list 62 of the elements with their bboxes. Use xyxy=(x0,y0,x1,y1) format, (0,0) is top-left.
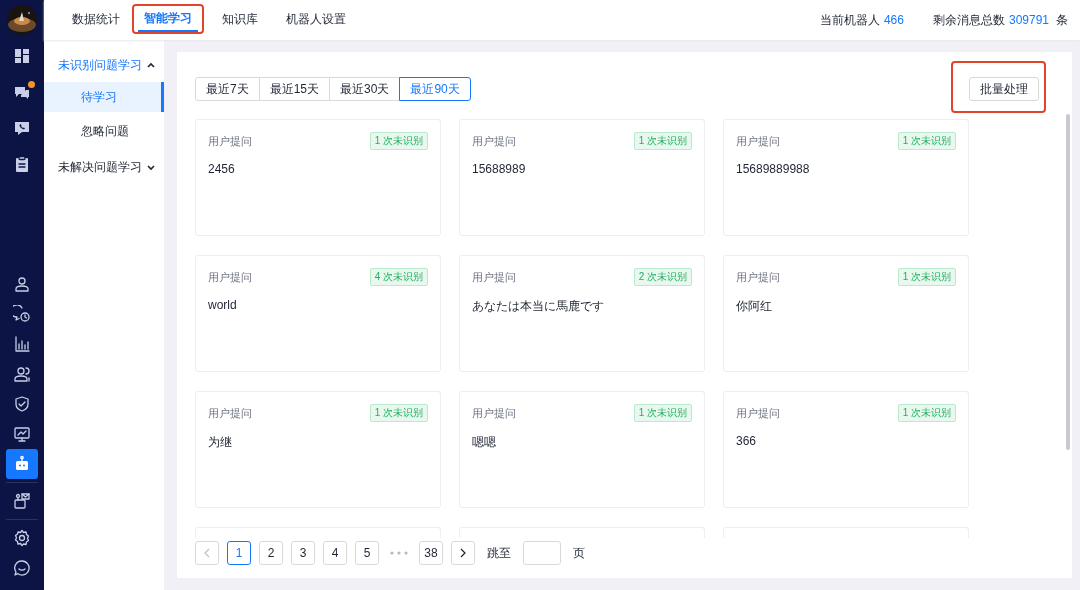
stat-label: 剩余消息总数 xyxy=(932,11,1005,29)
nav-tab[interactable]: 机器人设置 xyxy=(276,0,356,40)
count-tag: 2 次未识别 xyxy=(633,268,692,286)
question-text: 366 xyxy=(736,434,758,448)
menu-group[interactable]: 未识别问题学习 xyxy=(44,54,164,76)
page-button[interactable]: 2 xyxy=(259,541,283,565)
question-card[interactable]: 用户提问 1 次未识别 15688989 xyxy=(459,119,705,236)
stat-unit: 条 xyxy=(1056,11,1068,29)
menu-group[interactable]: 未解决问题学习 xyxy=(44,156,164,178)
card-title: 用户提问 xyxy=(736,133,780,149)
question-card[interactable]: 用户提问 1 次未识别 15689889988 xyxy=(723,119,969,236)
card-title: 用户提问 xyxy=(208,269,252,285)
question-card[interactable]: 用户提问 2 次未识别 あなたは本当に馬鹿です xyxy=(459,255,705,372)
nav-tab[interactable]: 知识库 xyxy=(212,0,268,40)
count-tag: 1 次未识别 xyxy=(633,404,692,422)
question-text: 15688989 xyxy=(472,162,527,176)
date-filter-tab[interactable]: 最近90天 xyxy=(399,77,471,101)
date-filter-tab[interactable]: 最近30天 xyxy=(329,77,401,101)
page-button[interactable]: 3 xyxy=(291,541,315,565)
nav-tab[interactable]: 数据统计 xyxy=(62,0,130,40)
count-tag: 1 次未识别 xyxy=(897,404,956,422)
card-title: 用户提问 xyxy=(472,269,516,285)
page-button[interactable]: 5 xyxy=(355,541,379,565)
count-tag: 1 次未识别 xyxy=(633,132,692,150)
card-title: 用户提问 xyxy=(472,405,516,421)
date-filter-tab[interactable]: 最近15天 xyxy=(258,77,331,101)
question-text: あなたは本当に馬鹿です xyxy=(472,298,605,315)
count-tag: 4 次未识别 xyxy=(369,268,428,286)
stat-value: 309791 xyxy=(1008,13,1049,27)
question-card[interactable]: 用户提问 4 次未识别 world xyxy=(195,255,441,372)
batch-button[interactable]: 批量处理 xyxy=(969,77,1039,101)
page-button[interactable]: 1 xyxy=(227,541,251,565)
count-tag: 1 次未识别 xyxy=(897,268,956,286)
nav-tab[interactable]: 智能学习 xyxy=(138,6,198,32)
question-text: 15689889988 xyxy=(736,162,811,176)
question-card[interactable]: 用户提问 1 次未识别 嗯嗯 xyxy=(459,391,705,508)
count-tag: 1 次未识别 xyxy=(369,404,428,422)
question-text: 为继 xyxy=(208,434,233,451)
card-title: 用户提问 xyxy=(736,269,780,285)
question-card[interactable]: 用户提问 1 次未识别 366 xyxy=(723,391,969,508)
card-title: 用户提问 xyxy=(472,133,516,149)
question-text: world xyxy=(208,298,238,312)
stat-value: 466 xyxy=(883,13,904,27)
question-text: 你阿红 xyxy=(736,298,773,315)
stat-label: 当前机器人 xyxy=(819,11,880,29)
question-text: 嗯嗯 xyxy=(472,434,497,451)
card-title: 用户提问 xyxy=(208,133,252,149)
question-card[interactable]: 用户提问 1 次未识别 你阿红 xyxy=(723,255,969,372)
menu-item[interactable]: 忽略问题 xyxy=(44,116,164,146)
menu-item[interactable]: 待学习 xyxy=(44,82,164,112)
card-title: 用户提问 xyxy=(736,405,780,421)
question-text: 2456 xyxy=(208,162,236,176)
page-button[interactable]: 38 xyxy=(419,541,443,565)
count-tag: 1 次未识别 xyxy=(369,132,428,150)
card-title: 用户提问 xyxy=(208,405,252,421)
question-card[interactable]: 用户提问 1 次未识别 2456 xyxy=(195,119,441,236)
page-button[interactable]: 4 xyxy=(323,541,347,565)
date-filter-tab[interactable]: 最近7天 xyxy=(195,77,260,101)
page-unit: 页 xyxy=(573,544,585,562)
count-tag: 1 次未识别 xyxy=(897,132,956,150)
question-card[interactable]: 用户提问 1 次未识别 为继 xyxy=(195,391,441,508)
jump-label: 跳至 xyxy=(487,544,511,562)
